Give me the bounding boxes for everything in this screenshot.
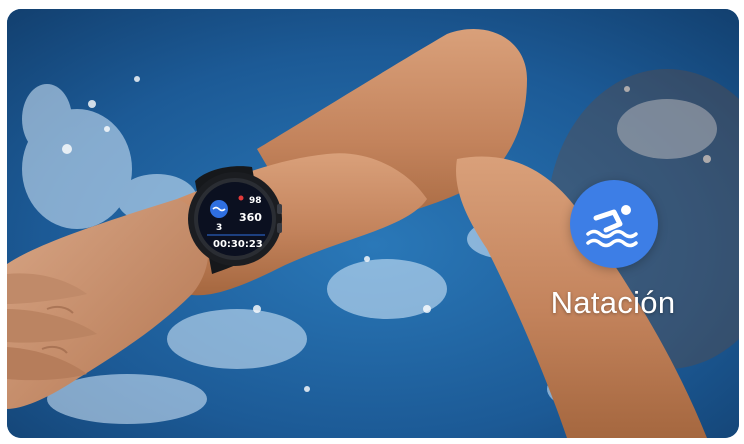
activity-badge — [570, 180, 658, 268]
photo-frame: 98 360 3 00:30:23 Natación — [7, 9, 739, 438]
smartwatch: 98 360 3 00:30:23 — [188, 172, 282, 266]
watch-distance: 360 — [239, 211, 262, 224]
activity-label: Natación — [550, 285, 676, 320]
watch-laps: 3 — [216, 223, 222, 233]
watch-heart-rate: 98 — [249, 196, 262, 206]
swimming-icon — [586, 205, 638, 248]
watch-duration: 00:30:23 — [213, 239, 263, 250]
